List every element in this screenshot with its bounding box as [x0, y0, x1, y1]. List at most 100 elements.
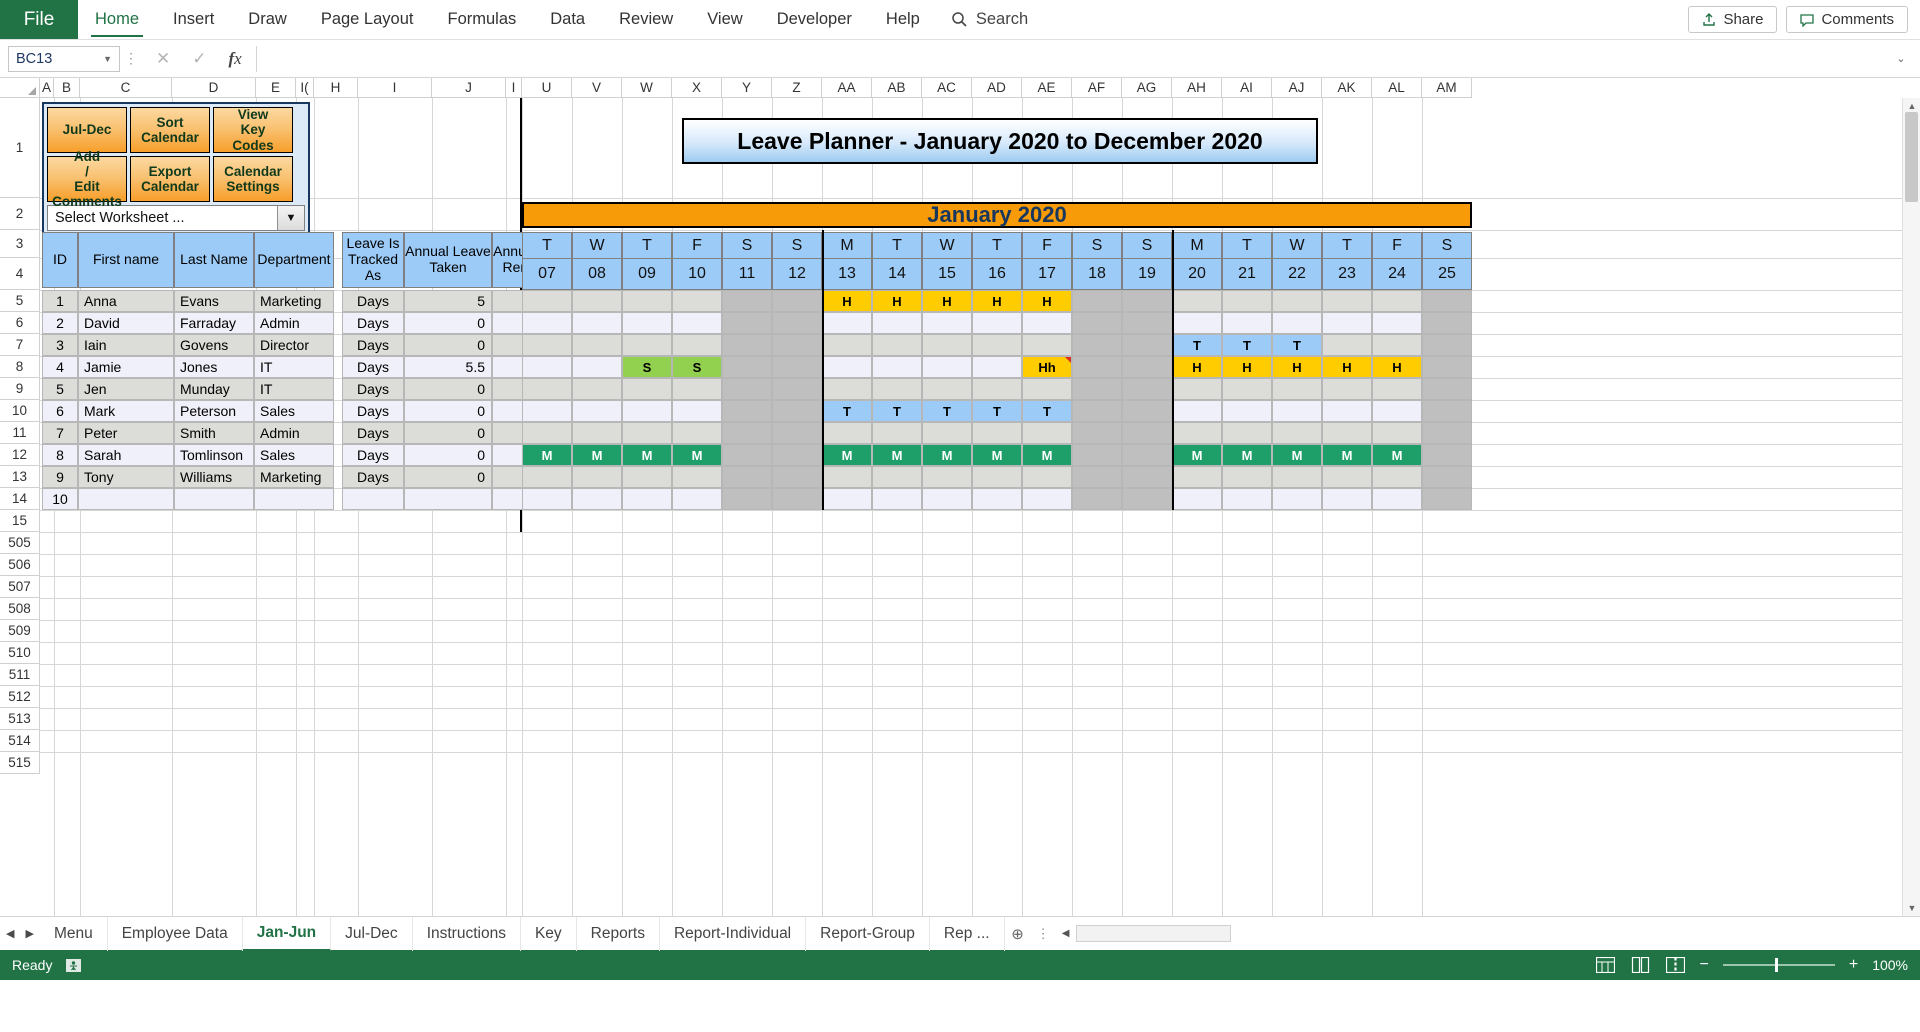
employee-cell-first[interactable]: Jamie — [78, 356, 174, 378]
calendar-day-cell[interactable]: M — [672, 444, 722, 466]
scroll-down-icon[interactable]: ▼ — [1903, 900, 1920, 916]
employee-cell-id[interactable]: 2 — [42, 312, 78, 334]
calendar-day-cell[interactable]: H — [922, 290, 972, 312]
calendar-day-cell[interactable] — [622, 488, 672, 510]
calendar-day-cell[interactable]: T — [972, 400, 1022, 422]
calendar-day-cell[interactable] — [972, 488, 1022, 510]
column-header-AC[interactable]: AC — [922, 78, 972, 98]
calendar-day-cell[interactable]: M — [522, 444, 572, 466]
ribbon-tab-insert[interactable]: Insert — [156, 0, 231, 39]
calendar-day-cell[interactable]: T — [922, 400, 972, 422]
calendar-day-cell[interactable] — [872, 378, 922, 400]
column-header-AE[interactable]: AE — [1022, 78, 1072, 98]
calendar-day-cell[interactable]: M — [1222, 444, 1272, 466]
calendar-day-cell[interactable] — [772, 488, 822, 510]
calendar-day-cell[interactable] — [872, 356, 922, 378]
calendar-day-cell[interactable] — [722, 312, 772, 334]
calendar-day-cell[interactable] — [872, 466, 922, 488]
calendar-day-cell[interactable] — [1072, 466, 1122, 488]
row-header-10[interactable]: 10 — [0, 400, 40, 422]
employee-cell-dept[interactable]: IT — [254, 356, 334, 378]
row-header-12[interactable]: 12 — [0, 444, 40, 466]
row-header-512[interactable]: 512 — [0, 686, 40, 708]
row-header-7[interactable]: 7 — [0, 334, 40, 356]
calendar-day-cell[interactable] — [1022, 378, 1072, 400]
calendar-day-cell[interactable] — [1322, 378, 1372, 400]
calendar-day-cell[interactable] — [822, 356, 872, 378]
calendar-day-cell[interactable] — [672, 400, 722, 422]
macro-button-sort-calendar[interactable]: Sort Calendar — [130, 107, 210, 153]
calendar-day-cell[interactable] — [672, 378, 722, 400]
calendar-day-cell[interactable] — [1272, 488, 1322, 510]
calendar-day-cell[interactable] — [522, 400, 572, 422]
calendar-day-cell[interactable] — [622, 290, 672, 312]
calendar-day-cell[interactable] — [822, 422, 872, 444]
calendar-day-cell[interactable] — [1072, 444, 1122, 466]
employee-cell-dept[interactable]: IT — [254, 378, 334, 400]
sheet-tab-report-individual[interactable]: Report-Individual — [660, 916, 807, 951]
calendar-day-cell[interactable] — [1172, 312, 1222, 334]
macro-button-calendar-settings[interactable]: Calendar Settings — [213, 156, 293, 202]
employee-cell-id[interactable]: 7 — [42, 422, 78, 444]
column-header-A[interactable]: A — [40, 78, 54, 98]
calendar-day-cell[interactable] — [922, 466, 972, 488]
employee-cell-tracked[interactable]: Days — [342, 444, 404, 466]
calendar-day-cell[interactable] — [722, 356, 772, 378]
column-header-AL[interactable]: AL — [1372, 78, 1422, 98]
calendar-day-cell[interactable] — [1122, 422, 1172, 444]
employee-cell-first[interactable] — [78, 488, 174, 510]
ribbon-tab-formulas[interactable]: Formulas — [430, 0, 533, 39]
calendar-day-cell[interactable] — [1372, 290, 1422, 312]
employee-cell-taken[interactable]: 0 — [404, 400, 492, 422]
calendar-day-cell[interactable] — [1072, 378, 1122, 400]
employee-cell-last[interactable]: Tomlinson — [174, 444, 254, 466]
calendar-day-cell[interactable] — [1322, 334, 1372, 356]
employee-cell-taken[interactable]: 0 — [404, 422, 492, 444]
next-sheet-icon[interactable]: ▶ — [25, 927, 33, 940]
calendar-day-cell[interactable] — [772, 378, 822, 400]
page-layout-icon[interactable] — [1630, 956, 1651, 975]
calendar-day-cell[interactable] — [772, 444, 822, 466]
calendar-day-cell[interactable] — [1122, 444, 1172, 466]
column-header-V[interactable]: V — [572, 78, 622, 98]
zoom-level[interactable]: 100% — [1872, 957, 1908, 973]
calendar-day-cell[interactable] — [1072, 334, 1122, 356]
calendar-day-cell[interactable] — [622, 466, 672, 488]
calendar-day-cell[interactable]: M — [972, 444, 1022, 466]
zoom-track[interactable] — [1722, 958, 1835, 972]
calendar-day-cell[interactable] — [672, 422, 722, 444]
sheet-tab-key[interactable]: Key — [521, 916, 577, 951]
calendar-day-cell[interactable] — [1222, 378, 1272, 400]
ribbon-tab-draw[interactable]: Draw — [231, 0, 304, 39]
calendar-day-cell[interactable] — [972, 466, 1022, 488]
calendar-day-cell[interactable] — [772, 356, 822, 378]
macro-button-export-calendar[interactable]: Export Calendar — [130, 156, 210, 202]
row-header-507[interactable]: 507 — [0, 576, 40, 598]
employee-cell-tracked[interactable]: Days — [342, 400, 404, 422]
employee-cell-tracked[interactable]: Days — [342, 312, 404, 334]
sheet-tab-menu[interactable]: Menu — [40, 916, 108, 951]
column-header-B[interactable]: B — [54, 78, 80, 98]
calendar-day-cell[interactable] — [572, 312, 622, 334]
sheet-tab-rep[interactable]: Rep ... — [930, 916, 1005, 951]
chevron-down-icon[interactable]: ▼ — [103, 54, 112, 64]
column-header-AM[interactable]: AM — [1422, 78, 1472, 98]
calendar-day-cell[interactable] — [872, 334, 922, 356]
calendar-day-cell[interactable] — [522, 356, 572, 378]
calendar-day-cell[interactable] — [522, 290, 572, 312]
calendar-day-cell[interactable] — [972, 356, 1022, 378]
sheet-tab-overflow[interactable]: ⋮ — [1031, 926, 1056, 942]
ribbon-tab-page-layout[interactable]: Page Layout — [304, 0, 431, 39]
calendar-day-cell[interactable] — [822, 378, 872, 400]
employee-cell-first[interactable]: David — [78, 312, 174, 334]
calendar-day-cell[interactable]: H — [1322, 356, 1372, 378]
calendar-day-cell[interactable] — [822, 466, 872, 488]
calendar-day-cell[interactable] — [522, 488, 572, 510]
column-header-I[interactable]: I — [358, 78, 432, 98]
column-header-J[interactable]: J — [432, 78, 506, 98]
formula-bar-menu[interactable]: ⋮ — [120, 50, 142, 67]
confirm-icon[interactable]: ✓ — [192, 49, 206, 69]
calendar-day-cell[interactable] — [1272, 312, 1322, 334]
ribbon-tab-view[interactable]: View — [690, 0, 759, 39]
calendar-day-cell[interactable]: M — [1272, 444, 1322, 466]
